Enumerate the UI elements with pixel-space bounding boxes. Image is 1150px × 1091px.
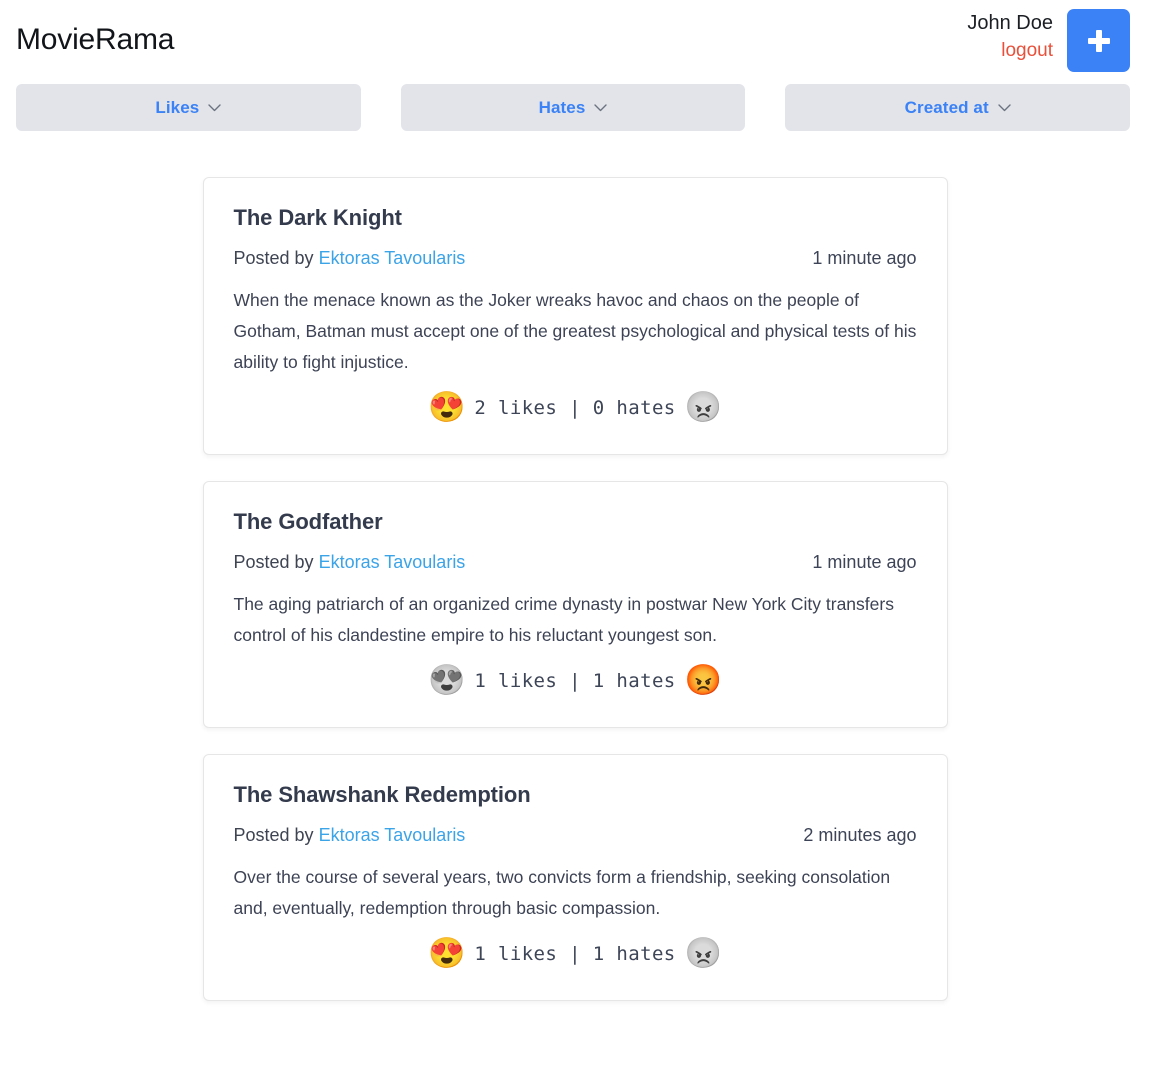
movie-description: The aging patriarch of an organized crim… bbox=[233, 594, 894, 645]
sort-button-likes-label: Likes bbox=[155, 97, 200, 117]
like-emoji-icon[interactable]: 😍 bbox=[428, 934, 465, 974]
posted-by-prefix: Posted by bbox=[233, 825, 314, 845]
movie-title: The Shawshank Redemption bbox=[233, 782, 531, 807]
movie-meta-row: Posted by Ektoras Tavoularis 1 minute ag… bbox=[234, 246, 917, 270]
sort-button-hates[interactable]: Hates bbox=[400, 84, 746, 131]
reaction-row: 😍 2 likes | 0 hates 😠 bbox=[234, 388, 917, 428]
movie-list: The Dark Knight Posted by Ektoras Tavoul… bbox=[0, 177, 1150, 1001]
chevron-down-icon bbox=[208, 103, 222, 112]
reaction-row: 😍 1 likes | 1 hates 😠 bbox=[234, 934, 917, 974]
chevron-down-icon bbox=[594, 103, 608, 112]
movie-description: When the menace known as the Joker wreak… bbox=[233, 290, 917, 372]
user-name: John Doe bbox=[967, 12, 1053, 34]
movie-title: The Godfather bbox=[233, 509, 383, 534]
chevron-down-icon bbox=[998, 103, 1011, 112]
posted-by: Posted by Ektoras Tavoularis bbox=[234, 550, 466, 574]
reaction-counts: 1 likes | 1 hates bbox=[474, 943, 676, 965]
posted-by-prefix: Posted by bbox=[233, 248, 314, 268]
movie-timestamp: 2 minutes ago bbox=[803, 825, 917, 845]
author-link[interactable]: Ektoras Tavoularis bbox=[319, 825, 466, 845]
logout-link[interactable]: logout bbox=[1001, 38, 1053, 64]
sort-button-hates-label: Hates bbox=[538, 97, 586, 117]
author-link[interactable]: Ektoras Tavoularis bbox=[319, 248, 466, 268]
movie-timestamp: 1 minute ago bbox=[812, 248, 917, 268]
movie-card: The Godfather Posted by Ektoras Tavoular… bbox=[202, 481, 948, 728]
posted-by-prefix: Posted by bbox=[233, 552, 314, 572]
posted-by: Posted by Ektoras Tavoularis bbox=[234, 823, 466, 847]
movie-title: The Dark Knight bbox=[233, 205, 403, 230]
like-emoji-icon[interactable]: 😍 bbox=[428, 661, 465, 701]
add-movie-button[interactable] bbox=[1067, 9, 1130, 72]
app-title: MovieRama bbox=[16, 23, 175, 56]
user-area: John Doe logout bbox=[967, 9, 1130, 72]
sort-button-created-at[interactable]: Created at bbox=[785, 84, 1131, 131]
movie-description: Over the course of several years, two co… bbox=[233, 867, 891, 918]
movie-meta-row: Posted by Ektoras Tavoularis 2 minutes a… bbox=[234, 823, 917, 847]
movie-card: The Shawshank Redemption Posted by Ektor… bbox=[202, 754, 948, 1001]
hate-emoji-icon[interactable]: 😡 bbox=[685, 661, 722, 701]
sort-button-likes[interactable]: Likes bbox=[16, 84, 361, 131]
reaction-row: 😍 1 likes | 1 hates 😡 bbox=[234, 661, 917, 701]
like-emoji-icon[interactable]: 😍 bbox=[428, 388, 465, 428]
movie-timestamp: 1 minute ago bbox=[812, 552, 917, 572]
movie-card: The Dark Knight Posted by Ektoras Tavoul… bbox=[202, 177, 948, 455]
app-root: MovieRama John Doe logout Likes Hates Cr… bbox=[0, 0, 1150, 1091]
reaction-counts: 1 likes | 1 hates bbox=[474, 670, 676, 692]
movie-meta-row: Posted by Ektoras Tavoularis 1 minute ag… bbox=[234, 550, 917, 574]
hate-emoji-icon[interactable]: 😠 bbox=[685, 388, 722, 428]
author-link[interactable]: Ektoras Tavoularis bbox=[319, 552, 466, 572]
sort-button-created-at-label: Created at bbox=[904, 97, 989, 117]
posted-by: Posted by Ektoras Tavoularis bbox=[234, 246, 466, 270]
sort-filter-bar: Likes Hates Created at bbox=[0, 84, 1150, 131]
app-header: MovieRama John Doe logout bbox=[0, 0, 1150, 82]
plus-icon bbox=[1087, 29, 1110, 52]
reaction-counts: 2 likes | 0 hates bbox=[474, 397, 676, 419]
user-meta: John Doe logout bbox=[967, 9, 1053, 64]
hate-emoji-icon[interactable]: 😠 bbox=[685, 934, 722, 974]
